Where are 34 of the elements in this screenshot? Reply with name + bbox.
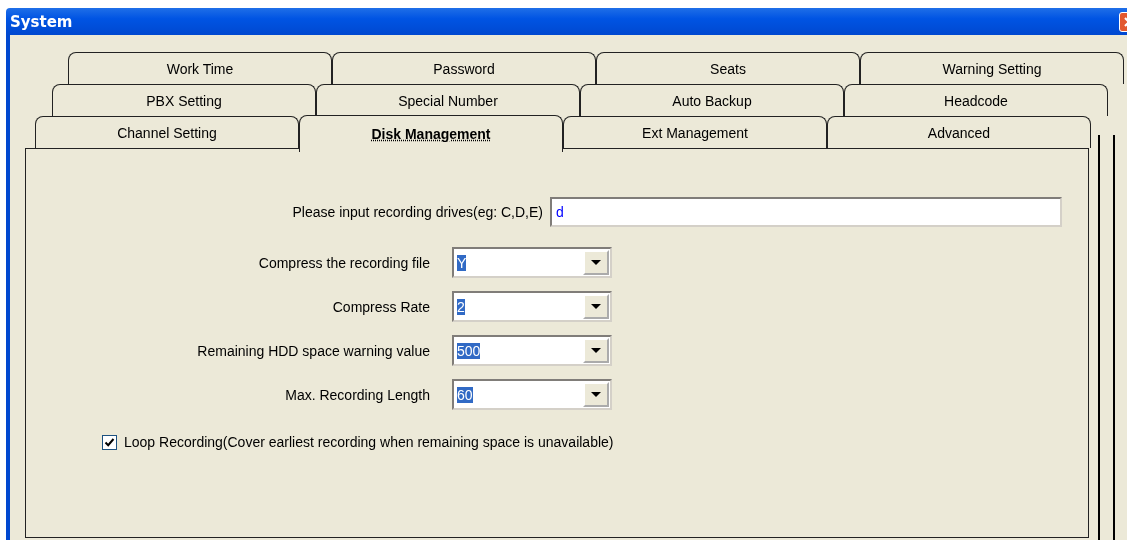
dropdown-button[interactable] <box>583 382 609 407</box>
caret-icon <box>591 347 601 354</box>
window-title: System <box>9 12 73 31</box>
tab[interactable]: Auto Backup <box>580 84 844 116</box>
dropdown-button[interactable] <box>583 294 609 319</box>
dropdown-button[interactable] <box>583 338 609 363</box>
check-icon <box>104 436 115 448</box>
caret-icon <box>591 259 601 266</box>
field-label: Compress the recording file <box>257 254 430 271</box>
field-label: Remaining HDD space warning value <box>196 342 430 359</box>
combo-box[interactable]: Y <box>452 247 612 278</box>
tab[interactable]: Channel Setting <box>35 116 299 148</box>
tab[interactable]: Ext Management <box>563 116 827 148</box>
checkbox-label: Loop Recording(Cover earliest recording when remaining space is unavailable) <box>124 434 614 450</box>
combo-box[interactable]: 60 <box>452 379 612 410</box>
tab[interactable]: Special Number <box>316 84 580 116</box>
combo-box[interactable]: 2 <box>452 291 612 322</box>
field-label: Max. Recording Length <box>284 386 430 403</box>
tab[interactable]: Password <box>332 52 596 84</box>
tab[interactable]: Work Time <box>68 52 332 84</box>
tab[interactable]: PBX Setting <box>52 84 316 116</box>
checkbox[interactable] <box>102 434 117 450</box>
tab[interactable]: Headcode <box>844 84 1108 116</box>
field-label: Compress Rate <box>331 298 430 315</box>
tab[interactable]: Warning Setting <box>860 52 1124 84</box>
tab[interactable]: Seats <box>596 52 860 84</box>
tab[interactable]: Disk Management <box>299 115 563 152</box>
dropdown-button[interactable] <box>583 250 609 275</box>
field-label: Please input recording drives(eg: C,D,E) <box>291 204 543 220</box>
caret-icon <box>591 391 601 398</box>
drives-input[interactable]: d <box>550 197 1062 227</box>
combo-box[interactable]: 500 <box>452 335 612 366</box>
tab[interactable]: Advanced <box>827 116 1091 148</box>
caret-icon <box>591 303 601 310</box>
